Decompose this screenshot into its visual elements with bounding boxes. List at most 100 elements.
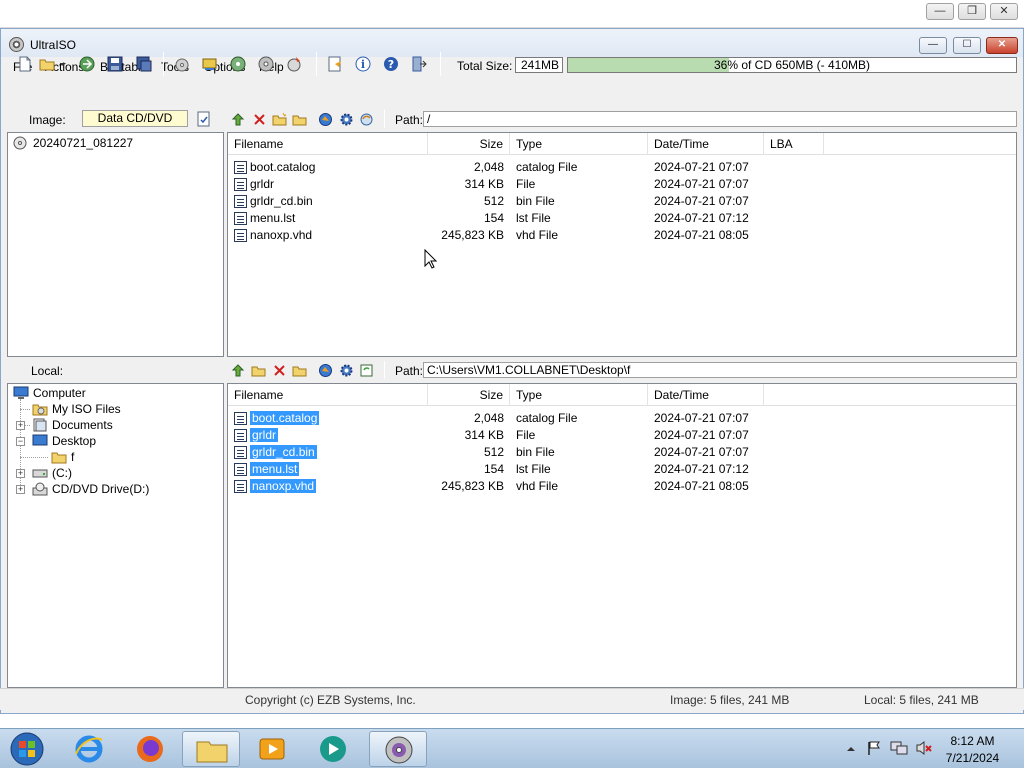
info-icon[interactable]: i: [354, 55, 372, 73]
action-center-flag-icon[interactable]: [866, 740, 882, 756]
image-type-field[interactable]: Data CD/DVD: [82, 110, 188, 127]
host-close-button[interactable]: ✕: [990, 3, 1018, 20]
burn-icon[interactable]: [173, 55, 191, 73]
file-datetime: 2024-07-21 08:05: [654, 479, 749, 493]
file-type: vhd File: [516, 228, 559, 242]
new-icon[interactable]: [16, 55, 34, 73]
table-row[interactable]: nanoxp.vhd 245,823 KB vhd File 2024-07-21 0…: [228, 478, 1016, 495]
host-minimize-button[interactable]: —: [926, 3, 954, 20]
tree-computer[interactable]: Computer: [33, 385, 86, 401]
show-hidden-icons-icon[interactable]: [846, 744, 856, 754]
settings-icon[interactable]: [339, 112, 354, 127]
properties-icon[interactable]: [326, 55, 344, 73]
tree-c-drive[interactable]: (C:): [52, 465, 72, 481]
status-copyright: Copyright (c) EZB Systems, Inc.: [245, 693, 416, 707]
file-size: 314 KB: [464, 177, 504, 191]
expand-documents[interactable]: +: [16, 421, 25, 430]
taskbar-file-explorer[interactable]: [182, 731, 240, 767]
tree-my-iso-files[interactable]: My ISO Files: [52, 401, 121, 417]
local-tree-panel: Computer My ISO Files + Documents − Desk…: [7, 383, 224, 688]
mount-icon[interactable]: [201, 55, 219, 73]
make-cd-image-icon[interactable]: [285, 55, 303, 73]
file-datetime: 2024-07-21 07:12: [654, 462, 749, 476]
taskbar-firefox[interactable]: [121, 731, 179, 767]
extract-icon[interactable]: [78, 55, 96, 73]
file-icon: [234, 429, 247, 442]
file-datetime: 2024-07-21 07:07: [654, 194, 749, 208]
tree-desktop[interactable]: Desktop: [52, 433, 96, 449]
tree-folder-f[interactable]: f: [71, 449, 74, 465]
volume-muted-icon[interactable]: [915, 740, 933, 756]
open-icon[interactable]: [38, 55, 56, 73]
table-row[interactable]: menu.lst 154 lst File 2024-07-21 07:12: [228, 461, 1016, 478]
clock-time[interactable]: 8:12 AM: [945, 734, 1000, 748]
network-icon[interactable]: [890, 740, 908, 756]
file-size: 314 KB: [464, 428, 504, 442]
host-restore-button[interactable]: ❐: [958, 3, 986, 20]
delete-icon[interactable]: [252, 112, 267, 127]
local-col-size[interactable]: Size: [428, 384, 510, 406]
refresh-icon[interactable]: [359, 112, 374, 127]
virtual-drive-icon[interactable]: [257, 55, 275, 73]
new-folder-icon[interactable]: [272, 112, 287, 127]
table-row[interactable]: grldr_cd.bin 512 bin File 2024-07-21 07:07: [228, 444, 1016, 461]
taskbar-ultraiso[interactable]: [369, 731, 427, 767]
table-row[interactable]: boot.catalog 2,048 catalog File 2024-07-21 …: [228, 159, 1016, 176]
image-path-field[interactable]: /: [423, 111, 1017, 127]
go-up-icon[interactable]: [231, 112, 246, 127]
table-row[interactable]: boot.catalog 2,048 catalog File 2024-07-21 …: [228, 410, 1016, 427]
col-type[interactable]: Type: [510, 133, 648, 155]
rename-icon[interactable]: [292, 112, 307, 127]
file-size: 2,048: [473, 411, 504, 425]
image-properties-icon[interactable]: [196, 111, 212, 127]
maximize-button[interactable]: ☐: [953, 37, 981, 54]
local-new-folder-icon[interactable]: [251, 363, 266, 378]
table-row[interactable]: grldr 314 KB File 2024-07-21 07:07: [228, 427, 1016, 444]
mouse-cursor-icon: [424, 249, 438, 269]
local-path-field[interactable]: C:\Users\VM1.COLLABNET\Desktop\f: [423, 362, 1017, 378]
tree-documents[interactable]: Documents: [52, 417, 113, 433]
minimize-button[interactable]: —: [919, 37, 947, 54]
close-button[interactable]: ✕: [986, 37, 1018, 54]
table-row[interactable]: menu.lst 154 lst File 2024-07-21 07:12: [228, 210, 1016, 227]
local-delete-icon[interactable]: [272, 363, 287, 378]
local-col-filename[interactable]: Filename: [228, 384, 428, 406]
taskbar-internet-explorer[interactable]: [60, 731, 118, 767]
exit-icon[interactable]: [410, 55, 428, 73]
expand-c-drive[interactable]: +: [16, 469, 25, 478]
expand-cd-drive[interactable]: +: [16, 485, 25, 494]
save-icon[interactable]: [106, 55, 124, 73]
local-rename-icon[interactable]: [292, 363, 307, 378]
file-type: catalog File: [516, 160, 578, 174]
local-col-type[interactable]: Type: [510, 384, 648, 406]
table-row[interactable]: grldr_cd.bin 512 bin File 2024-07-21 07:07: [228, 193, 1016, 210]
local-path-label: Path:: [395, 364, 424, 378]
file-name-text: grldr: [250, 177, 275, 191]
local-boot-icon[interactable]: [318, 363, 333, 378]
open-dropdown-icon[interactable]: [58, 55, 68, 73]
col-lba[interactable]: LBA: [764, 133, 824, 155]
local-go-up-icon[interactable]: [231, 363, 246, 378]
help-icon[interactable]: ?: [382, 55, 400, 73]
file-type: catalog File: [516, 411, 578, 425]
table-row[interactable]: grldr 314 KB File 2024-07-21 07:07: [228, 176, 1016, 193]
save-as-icon[interactable]: [135, 55, 153, 73]
image-file-list: Filename Size Type Date/Time LBA boot.ca…: [227, 132, 1017, 357]
boot-icon[interactable]: [318, 112, 333, 127]
col-size[interactable]: Size: [428, 133, 510, 155]
taskbar-media-player[interactable]: [243, 731, 301, 767]
taskbar-app-teal[interactable]: [304, 731, 362, 767]
col-filename[interactable]: Filename: [228, 133, 428, 155]
clock-date[interactable]: 7/21/2024: [945, 751, 1000, 765]
image-root-node[interactable]: 20240721_081227: [33, 135, 133, 151]
title-bar[interactable]: UltraISO — ☐ ✕: [1, 29, 1023, 57]
table-row[interactable]: nanoxp.vhd 245,823 KB vhd File 2024-07-21 0…: [228, 227, 1016, 244]
tree-cd-dvd-drive[interactable]: CD/DVD Drive(D:): [52, 481, 149, 497]
local-settings-icon[interactable]: [339, 363, 354, 378]
start-orb-icon[interactable]: [8, 731, 46, 767]
collapse-desktop[interactable]: −: [16, 437, 25, 446]
compress-icon[interactable]: [229, 55, 247, 73]
col-datetime[interactable]: Date/Time: [648, 133, 764, 155]
local-col-datetime[interactable]: Date/Time: [648, 384, 764, 406]
local-refresh-icon[interactable]: [359, 363, 374, 378]
